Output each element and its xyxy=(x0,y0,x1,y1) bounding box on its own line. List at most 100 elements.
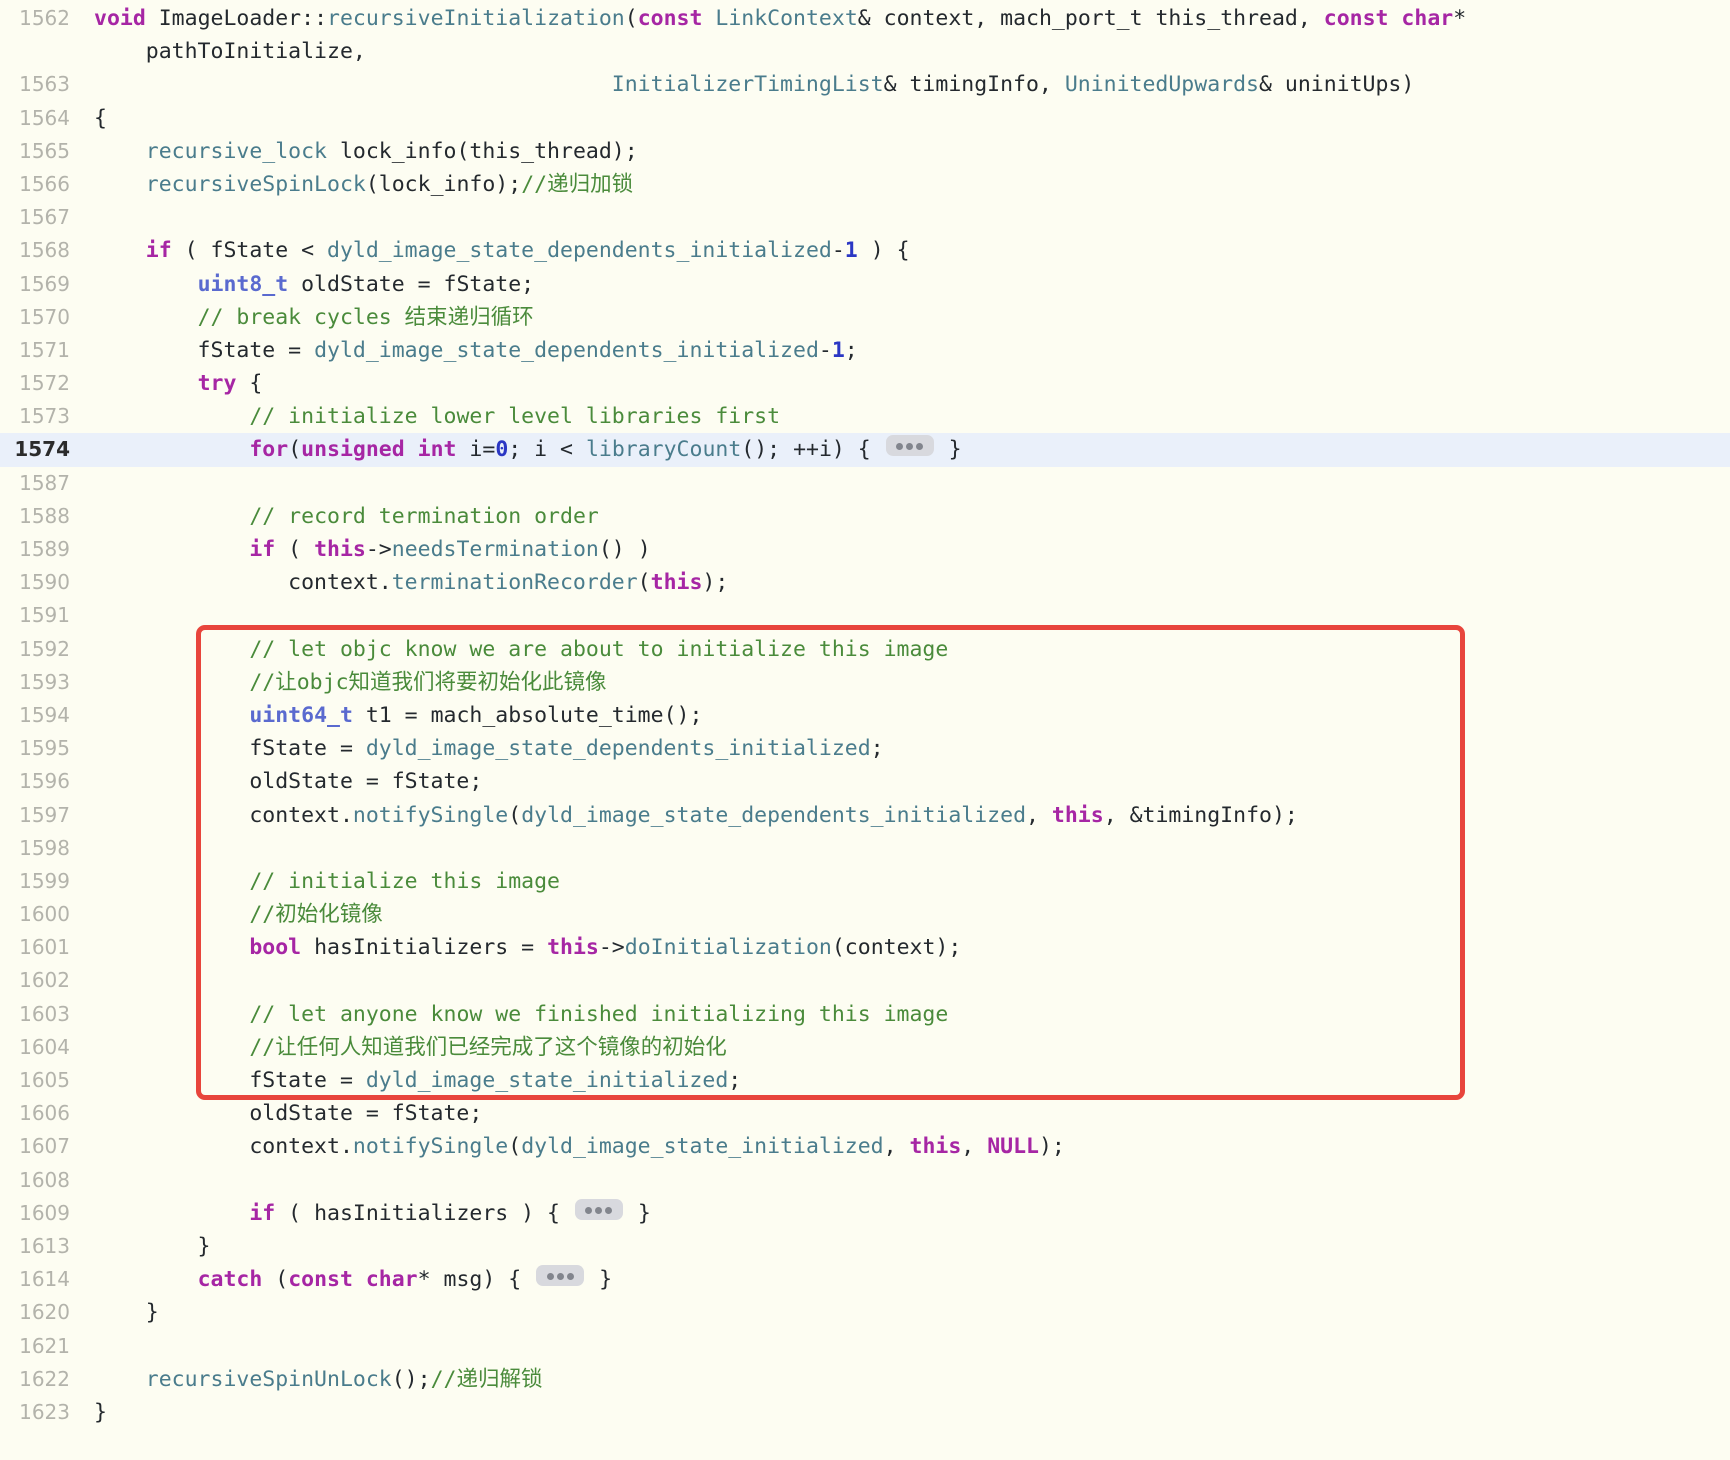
code-token: // let objc know we are about to initial… xyxy=(249,636,949,662)
line-number: 1563 xyxy=(19,72,70,97)
line-number: 1613 xyxy=(19,1233,70,1258)
code-token: notifySingle xyxy=(352,802,509,828)
code-token: //让任何人知道我们已经完成了这个镜像的初始化 xyxy=(249,1034,727,1060)
code-token: fState = xyxy=(94,1068,366,1093)
code-line[interactable]: 1608 xyxy=(0,1164,1730,1197)
code-token: recursiveSpinLock xyxy=(145,171,366,197)
code-line[interactable]: 1570 // break cycles 结束递归循环 xyxy=(0,301,1730,334)
code-token: , &timingInfo); xyxy=(1103,802,1298,828)
code-line[interactable]: 1569 uint8_t oldState = fState; xyxy=(0,268,1730,301)
code-line[interactable]: 1595 fState = dyld_image_state_dependent… xyxy=(0,732,1730,765)
code-line[interactable]: 1609 if ( hasInitializers ) { } xyxy=(0,1197,1730,1230)
code-line[interactable]: 1567 xyxy=(0,201,1730,234)
code-line[interactable]: 1564 { xyxy=(0,102,1730,135)
line-content: } xyxy=(86,1230,1730,1263)
collapsed-code-icon[interactable] xyxy=(536,1265,585,1287)
code-viewer[interactable]: 1562 void ImageLoader::recursiveInitializ… xyxy=(0,0,1730,1460)
line-content: recursiveSpinUnLock();//递归解锁 xyxy=(86,1363,1730,1396)
code-line[interactable]: 1574 for(unsigned int i=0; i < libraryCo… xyxy=(0,433,1730,467)
code-token: libraryCount xyxy=(585,437,742,463)
code-line[interactable]: 1613 } xyxy=(0,1230,1730,1263)
line-number: 1608 xyxy=(19,1167,70,1192)
code-token: ) { xyxy=(857,238,910,264)
code-line[interactable]: 1600 //初始化镜像 xyxy=(0,898,1730,931)
code-token: //递归解锁 xyxy=(430,1366,543,1392)
code-token: -> xyxy=(598,935,625,961)
collapsed-code-icon[interactable] xyxy=(885,435,934,457)
code-token: notifySingle xyxy=(352,1134,509,1160)
code-line[interactable]: 1601 bool hasInitializers = this->doInit… xyxy=(0,931,1730,964)
code-token: ( fState < xyxy=(171,238,328,264)
code-line[interactable]: 1622 recursiveSpinUnLock();//递归解锁 xyxy=(0,1363,1730,1396)
code-line[interactable]: 1599 // initialize this image xyxy=(0,865,1730,898)
code-token: const xyxy=(637,6,703,31)
code-token: dyld_image_state_initialized xyxy=(365,1068,729,1093)
code-token: () ) xyxy=(598,537,651,562)
line-number: 1600 xyxy=(19,902,70,927)
code-token: (); ++i) { xyxy=(741,437,884,463)
code-token: { xyxy=(94,105,107,131)
code-line[interactable]: 1606 oldState = fState; xyxy=(0,1097,1730,1130)
code-token: try xyxy=(197,371,237,397)
line-number: 1592 xyxy=(19,636,70,661)
code-line[interactable]: 1563 InitializerTimingList& timingInfo, … xyxy=(0,68,1730,101)
code-line[interactable]: 1572 try { xyxy=(0,367,1730,400)
collapsed-code-icon[interactable] xyxy=(574,1198,623,1220)
code-line[interactable]: 1591 xyxy=(0,599,1730,632)
code-line[interactable]: 1596 oldState = fState; xyxy=(0,765,1730,798)
code-token: context. xyxy=(94,570,392,596)
code-token: -> xyxy=(365,537,392,562)
code-line[interactable]: 1566 recursiveSpinLock(lock_info);//递归加锁 xyxy=(0,168,1730,201)
code-line[interactable]: 1562 void ImageLoader::recursiveInitializ… xyxy=(0,2,1730,35)
line-content: oldState = fState; xyxy=(86,1097,1730,1130)
code-token: * msg) { xyxy=(417,1267,535,1293)
code-line[interactable]: 1568 if ( fState < dyld_image_state_depe… xyxy=(0,234,1730,267)
code-line[interactable]: 1604 //让任何人知道我们已经完成了这个镜像的初始化 xyxy=(0,1031,1730,1064)
code-line[interactable]: 1602 xyxy=(0,964,1730,997)
line-number: 1567 xyxy=(19,205,70,230)
code-token: LinkContext xyxy=(715,6,858,31)
code-line[interactable]: 1565 recursive_lock lock_info(this_threa… xyxy=(0,135,1730,168)
code-line[interactable]: 1614 catch (const char* msg) { } xyxy=(0,1263,1730,1296)
code-token: } xyxy=(586,1267,613,1293)
code-line[interactable]: 1607 context.notifySingle(dyld_image_sta… xyxy=(0,1130,1730,1163)
code-line[interactable]: 1571 fState = dyld_image_state_dependent… xyxy=(0,334,1730,367)
code-line[interactable]: 1620 } xyxy=(0,1296,1730,1329)
line-number: 1620 xyxy=(19,1300,70,1325)
code-line[interactable]: 1573 // initialize lower level libraries… xyxy=(0,400,1730,433)
code-line[interactable]: 1593 //让objc知道我们将要初始化此镜像 xyxy=(0,666,1730,699)
code-line[interactable]: 1590 context.terminationRecorder(this); xyxy=(0,566,1730,599)
line-number: 1602 xyxy=(19,968,70,993)
code-token: const char xyxy=(288,1267,418,1293)
line-number: 1570 xyxy=(19,304,70,329)
code-line[interactable]: 1605 fState = dyld_image_state_initializ… xyxy=(0,1064,1730,1097)
code-line[interactable]: 1597 context.notifySingle(dyld_image_sta… xyxy=(0,799,1730,832)
line-number: 1605 xyxy=(19,1068,70,1092)
code-token: ( xyxy=(288,437,302,463)
code-token: fState = xyxy=(94,736,366,762)
code-line[interactable]: 1592 // let objc know we are about to in… xyxy=(0,633,1730,666)
code-line[interactable]: 1588 // record termination order xyxy=(0,500,1730,533)
code-line[interactable]: 1623} xyxy=(0,1396,1730,1429)
line-content: void ImageLoader::recursiveInitializatio… xyxy=(86,2,1730,35)
line-number: 1601 xyxy=(19,935,70,960)
code-token: , xyxy=(961,1134,988,1160)
code-line[interactable]: pathToInitialize, xyxy=(0,35,1730,68)
code-line[interactable]: 1587 xyxy=(0,467,1730,500)
code-token: recursive_lock xyxy=(145,138,327,164)
line-number: 1603 xyxy=(19,1001,70,1026)
code-line-list: 1562 void ImageLoader::recursiveInitializ… xyxy=(0,2,1730,1429)
code-token: // initialize lower level libraries firs… xyxy=(249,404,781,430)
code-line[interactable]: 1598 xyxy=(0,832,1730,865)
code-line[interactable]: 1621 xyxy=(0,1330,1730,1363)
code-line[interactable]: 1589 if ( this->needsTermination() ) xyxy=(0,533,1730,566)
code-token: this xyxy=(909,1134,962,1160)
code-token: ( xyxy=(637,570,651,596)
code-line[interactable]: 1603 // let anyone know we finished init… xyxy=(0,998,1730,1031)
code-token: // initialize this image xyxy=(249,868,561,894)
code-line[interactable]: 1594 uint64_t t1 = mach_absolute_time(); xyxy=(0,699,1730,732)
